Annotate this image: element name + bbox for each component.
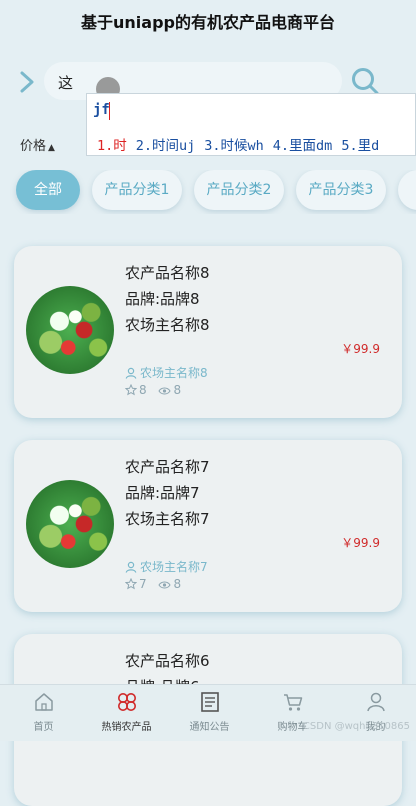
flower-icon <box>118 693 136 711</box>
eye-icon <box>158 387 172 395</box>
tab-label: 热销农产品 <box>101 722 152 733</box>
product-price: ￥99.9 <box>341 342 380 356</box>
category-tabs: 全部 产品分类1 产品分类2 产品分类3 <box>0 170 416 214</box>
tab-cart[interactable]: 购物车 <box>251 685 334 741</box>
category-chip[interactable]: 产品分类1 <box>92 170 182 210</box>
product-owner[interactable]: 农场主名称8 <box>125 364 208 381</box>
ime-candidate[interactable]: 3.时候wh <box>204 138 264 154</box>
ime-candidate[interactable]: 5.里d <box>341 138 379 154</box>
category-chip-all[interactable]: 全部 <box>16 170 80 210</box>
user-icon <box>125 561 137 573</box>
ime-caret <box>109 102 110 120</box>
bottom-tab-bar: 首页 热销农产品 通知公告 购物车 我的 <box>0 684 416 741</box>
product-brand: 品牌:品牌8 <box>125 290 200 308</box>
product-card[interactable]: 农产品名称8 品牌:品牌8 农场主名称8 ￥99.9 农场主名称8 8 8 <box>14 246 402 418</box>
tab-label: 通知公告 <box>189 722 230 733</box>
user-icon <box>125 367 137 379</box>
star-icon <box>124 383 138 396</box>
product-farm: 农场主名称8 <box>125 316 210 334</box>
cart-icon <box>284 694 303 711</box>
sort-label: 价格 <box>20 139 47 154</box>
product-image <box>26 286 114 374</box>
app-header: 基于uniapp的有机农产品电商平台 <box>0 0 416 40</box>
product-owner[interactable]: 农场主名称7 <box>125 558 208 575</box>
chevron-right-icon[interactable] <box>16 68 38 96</box>
product-name: 农产品名称7 <box>125 458 210 476</box>
sort-price[interactable]: 价格 ▲ <box>20 135 55 154</box>
home-icon <box>35 693 53 711</box>
newspaper-icon <box>201 692 219 712</box>
sort-arrow-icon: ▲ <box>48 143 55 153</box>
like-count: 8 <box>139 383 147 397</box>
owner-name: 农场主名称7 <box>140 560 208 574</box>
product-card[interactable]: 农产品名称7 品牌:品牌7 农场主名称7 ￥99.9 农场主名称7 7 8 <box>14 440 402 612</box>
product-brand: 品牌:品牌7 <box>125 484 200 502</box>
eye-icon <box>158 581 172 589</box>
product-image <box>26 480 114 568</box>
person-icon <box>367 692 385 712</box>
ime-pinyin: jf <box>93 102 110 118</box>
ime-candidate[interactable]: 4.里面dm <box>273 138 333 154</box>
tab-label: 首页 <box>33 722 54 733</box>
product-price: ￥99.9 <box>341 536 380 550</box>
view-count: 8 <box>173 383 182 397</box>
product-stats: 8 8 <box>124 383 182 397</box>
like-count: 7 <box>139 577 147 591</box>
tab-hot-products[interactable]: 热销农产品 <box>85 685 168 741</box>
ime-candidates: 1.时 2.时间uj 3.时候wh 4.里面dm 5.里d <box>97 134 388 154</box>
product-stats: 7 8 <box>124 577 182 591</box>
watermark: CSDN @wqhb310865 <box>302 721 410 732</box>
page-title: 基于uniapp的有机农产品电商平台 <box>81 13 335 32</box>
search-icon[interactable] <box>350 66 380 96</box>
category-chip-partial[interactable] <box>398 170 416 210</box>
product-name: 农产品名称6 <box>125 652 210 670</box>
tab-home[interactable]: 首页 <box>2 685 85 741</box>
category-chip[interactable]: 产品分类2 <box>194 170 284 210</box>
view-count: 8 <box>173 577 182 591</box>
search-input[interactable] <box>56 70 280 94</box>
tab-notices[interactable]: 通知公告 <box>168 685 251 741</box>
product-name: 农产品名称8 <box>125 264 210 282</box>
ime-candidate[interactable]: 2.时间uj <box>136 138 196 154</box>
ime-candidate-window: jf 1.时 2.时间uj 3.时候wh 4.里面dm 5.里d <box>86 93 416 156</box>
product-farm: 农场主名称7 <box>125 510 210 528</box>
star-icon <box>124 577 138 590</box>
category-chip[interactable]: 产品分类3 <box>296 170 386 210</box>
tab-mine[interactable]: 我的 <box>334 685 416 741</box>
ime-candidate[interactable]: 1.时 <box>97 138 127 154</box>
owner-name: 农场主名称8 <box>140 366 208 380</box>
